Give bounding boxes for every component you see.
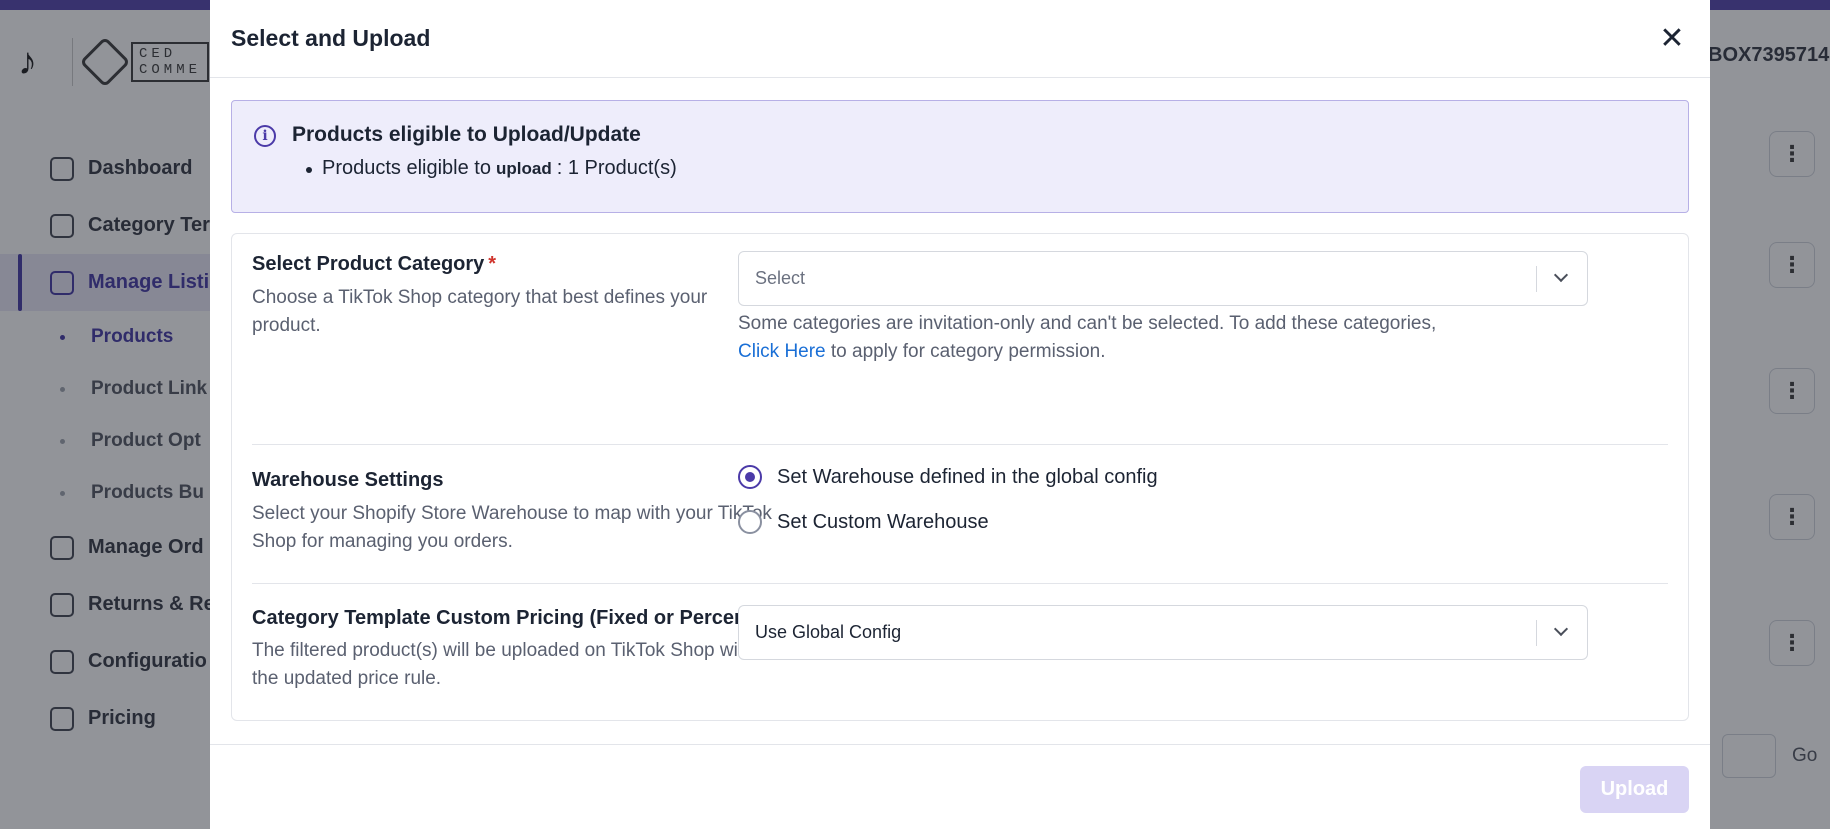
radio-label: Set Custom Warehouse (777, 510, 989, 533)
warehouse-section-title: Warehouse Settings (252, 469, 444, 491)
eligibility-banner: i Products eligible to Upload/Update Pro… (231, 100, 1689, 213)
chevron-down-icon (1549, 263, 1573, 293)
banner-title: Products eligible to Upload/Update (292, 123, 641, 146)
modal-header: Select and Upload ✕ (210, 0, 1710, 78)
category-helper-text: Some categories are invitation-only and … (738, 310, 1588, 366)
pricing-section-title: Category Template Custom Pricing (Fixed … (252, 607, 794, 629)
category-select[interactable]: Select (738, 251, 1588, 306)
click-here-link[interactable]: Click Here (738, 341, 826, 362)
eligibility-list-item: Products eligible to upload : 1 Product(… (306, 157, 677, 180)
close-icon[interactable]: ✕ (1655, 22, 1689, 56)
pricing-select-value: Use Global Config (755, 622, 902, 642)
radio-custom-warehouse[interactable]: Set Custom Warehouse (738, 510, 989, 534)
eligibility-count: : 1 Product(s) (556, 157, 677, 179)
section-divider (252, 583, 1668, 584)
category-select-value: Select (755, 268, 806, 288)
chevron-down-icon (1549, 617, 1573, 647)
pricing-section-description: The filtered product(s) will be uploaded… (252, 640, 754, 689)
eligibility-keyword: upload (495, 158, 552, 178)
upload-form-card: Select Product Category * Choose a TikTok… (231, 233, 1689, 721)
pricing-select[interactable]: Use Global Config (738, 605, 1588, 660)
category-title-text: Select Product Category (252, 253, 485, 275)
select-separator (1536, 266, 1537, 292)
radio-button-checked[interactable] (738, 465, 762, 489)
modal-footer-divider (210, 744, 1710, 745)
required-asterisk: * (488, 253, 497, 275)
category-section-title: Select Product Category * (252, 253, 496, 276)
modal-title: Select and Upload (231, 25, 431, 51)
select-upload-modal: Select and Upload ✕ i Products eligible … (210, 0, 1710, 829)
category-section-description: Choose a TikTok Shop category that best … (252, 287, 708, 336)
bullet-dot (306, 167, 312, 173)
eligibility-prefix: Products eligible to (322, 157, 491, 179)
select-separator (1536, 620, 1537, 646)
radio-label: Set Warehouse defined in the global conf… (777, 465, 1158, 488)
warehouse-section-description: Select your Shopify Store Warehouse to m… (252, 503, 772, 552)
radio-button[interactable] (738, 510, 762, 534)
radio-global-warehouse[interactable]: Set Warehouse defined in the global conf… (738, 465, 1158, 489)
info-icon: i (254, 125, 276, 147)
category-helper-main: Some categories are invitation-only and … (738, 313, 1437, 334)
upload-button[interactable]: Upload (1580, 766, 1689, 813)
section-divider (252, 444, 1668, 445)
category-helper-suffix: to apply for category permission. (830, 341, 1106, 362)
